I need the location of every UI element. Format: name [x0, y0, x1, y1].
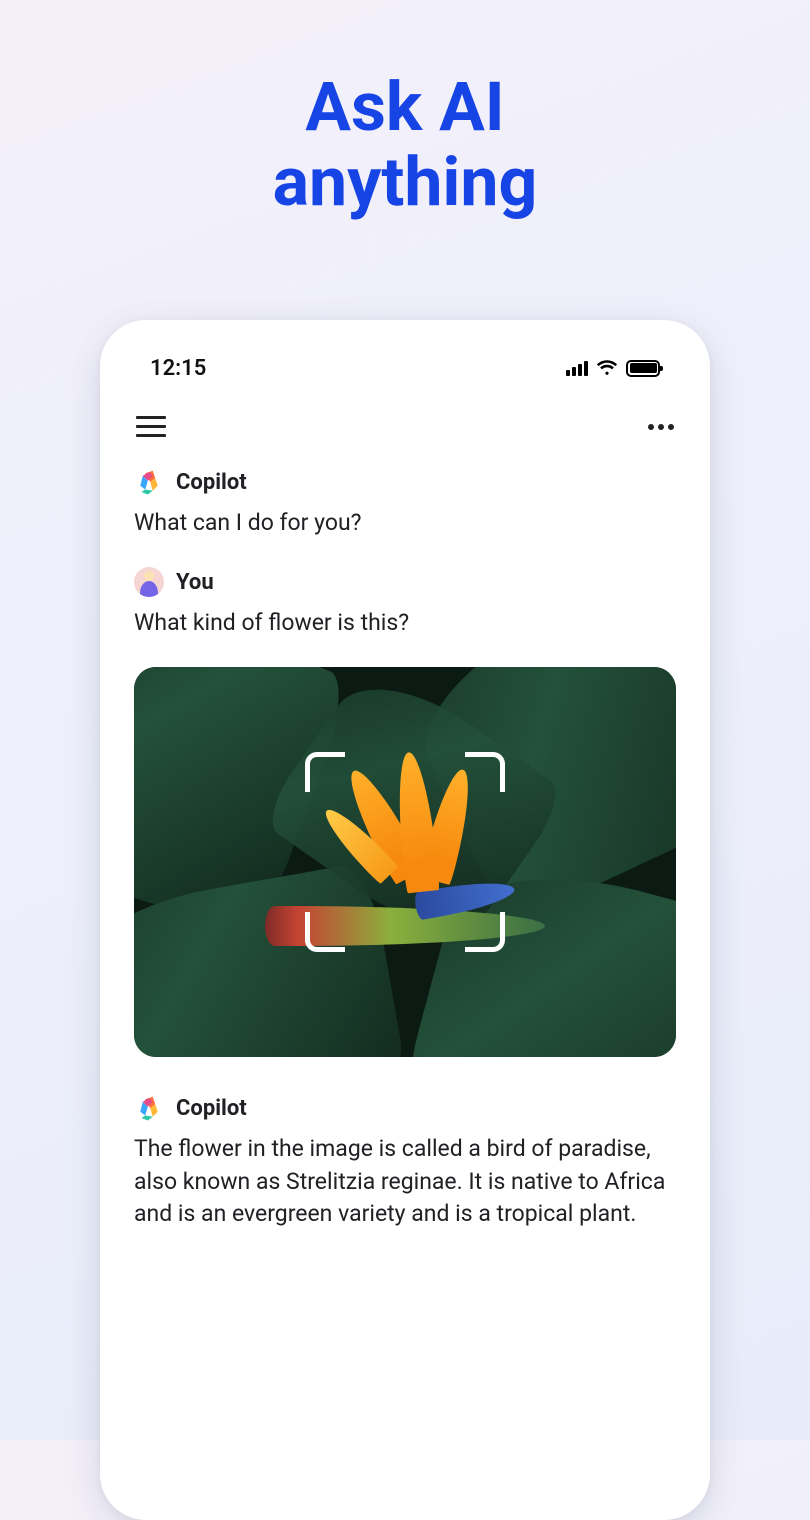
sender-label: You	[176, 570, 214, 595]
copilot-logo-icon	[134, 1093, 164, 1123]
hamburger-menu-icon[interactable]	[136, 416, 166, 437]
message-text: The flower in the image is called a bird…	[134, 1133, 676, 1230]
more-options-icon[interactable]	[648, 424, 674, 430]
message-user-1: You What kind of flower is this?	[134, 567, 676, 1057]
sender-label: Copilot	[176, 1096, 247, 1121]
user-avatar-icon	[134, 567, 164, 597]
wifi-icon	[596, 359, 618, 377]
promo-headline: Ask AI anything	[0, 0, 810, 220]
cellular-icon	[566, 360, 588, 376]
status-time: 12:15	[150, 356, 206, 381]
headline-line-2: anything	[0, 145, 810, 220]
copilot-logo-icon	[134, 467, 164, 497]
message-copilot-2: Copilot The flower in the image is calle…	[134, 1093, 676, 1230]
message-text: What can I do for you?	[134, 507, 676, 539]
message-copilot-1: Copilot What can I do for you?	[134, 467, 676, 539]
status-icons	[566, 359, 660, 377]
sender-label: Copilot	[176, 470, 247, 495]
camera-focus-frame-icon	[305, 752, 505, 952]
message-text: What kind of flower is this?	[134, 607, 676, 639]
headline-line-1: Ask AI	[0, 70, 810, 145]
app-bar	[128, 386, 682, 457]
battery-icon	[626, 360, 660, 377]
status-bar: 12:15	[128, 342, 682, 386]
attached-flower-image[interactable]	[134, 667, 676, 1057]
phone-frame: 12:15	[100, 320, 710, 1520]
conversation: Copilot What can I do for you? You What …	[128, 457, 682, 1230]
